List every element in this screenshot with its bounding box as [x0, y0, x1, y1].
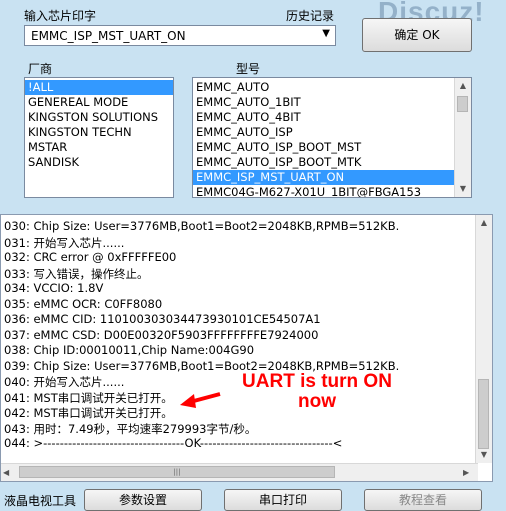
- log-line: 037: eMMC CSD: D00E00320F5903FFFFFFFFE79…: [4, 327, 319, 342]
- log-line: 034: VCCIO: 1.8V: [4, 281, 104, 295]
- red-arrow-icon: [180, 392, 221, 408]
- model-scroll-thumb[interactable]: [457, 96, 468, 112]
- scroll-up-icon[interactable]: ▲: [476, 215, 492, 231]
- log-line: 044: >----------------------------------…: [4, 436, 343, 450]
- model-listbox[interactable]: EMMC_AUTO EMMC_AUTO_1BIT EMMC_AUTO_4BIT EMM…: [192, 77, 472, 198]
- log-line: 041: MST串口调试开关已打开。: [4, 390, 173, 405]
- vendor-listbox[interactable]: !ALL GENEREAL MODE KINGSTON SOLUTIONS KINGS…: [24, 77, 174, 198]
- model-list-item[interactable]: EMMC04G-M627-X01U_1BIT@FBGA153: [193, 185, 454, 197]
- log-vertical-scrollbar[interactable]: ▲ ▼: [475, 215, 492, 463]
- annotation-line-2: now: [298, 391, 336, 412]
- tutorial-view-button[interactable]: 教程查看: [364, 489, 482, 511]
- vendor-list-item[interactable]: !ALL: [25, 80, 173, 95]
- model-scrollbar[interactable]: ▲ ▼: [454, 78, 471, 197]
- annotation-text: UART is turn ON now: [218, 372, 416, 412]
- log-line: 043: 用时：7.49秒，平均速率279993字节/秒。: [4, 421, 257, 436]
- model-list-item[interactable]: EMMC_AUTO_1BIT: [193, 95, 454, 110]
- model-list-item[interactable]: EMMC_AUTO_ISP_BOOT_MST: [193, 140, 454, 155]
- log-line: 031: 开始写入芯片......: [4, 235, 125, 250]
- vendor-label: 厂商: [28, 62, 53, 76]
- vendor-list-item[interactable]: KINGSTON SOLUTIONS: [25, 110, 173, 125]
- model-list-item[interactable]: EMMC_ISP_MST_UART_ON: [193, 170, 454, 185]
- serial-print-button[interactable]: 串口打印: [224, 489, 342, 511]
- vendor-list-item[interactable]: GENEREAL MODE: [25, 95, 173, 110]
- model-list-item[interactable]: EMMC_AUTO_4BIT: [193, 110, 454, 125]
- log-scroll-thumb[interactable]: [478, 379, 489, 449]
- model-list-item[interactable]: EMMC_AUTO: [193, 80, 454, 95]
- log-hscroll-thumb[interactable]: |||: [19, 466, 335, 478]
- model-label: 型号: [236, 62, 261, 76]
- log-line: 038: Chip ID:00010011,Chip Name:004G90: [4, 343, 255, 357]
- log-line: 033: 写入错误，操作终止。: [4, 266, 149, 281]
- scroll-down-icon[interactable]: ▼: [476, 447, 492, 463]
- log-line: 035: eMMC OCR: C0FF8080: [4, 296, 163, 311]
- dropdown-arrow-icon[interactable]: ▼: [322, 28, 330, 39]
- model-list-item[interactable]: EMMC_AUTO_ISP_BOOT_MTK: [193, 155, 454, 170]
- log-line: 036: eMMC CID: 110100303034473930101CE54…: [4, 312, 321, 326]
- scroll-left-icon[interactable]: ◀: [3, 464, 9, 481]
- parameter-settings-button[interactable]: 参数设置: [84, 489, 202, 511]
- annotation-line-1: UART is turn ON: [242, 371, 392, 392]
- log-line: 030: Chip Size: User=3776MB,Boot1=Boot2=…: [4, 219, 400, 233]
- vendor-list-item[interactable]: MSTAR: [25, 140, 173, 155]
- lcd-tv-tools-label: 液晶电视工具: [4, 494, 77, 508]
- chip-marking-value: EMMC_ISP_MST_UART_ON: [31, 29, 186, 43]
- chip-marking-combobox[interactable]: EMMC_ISP_MST_UART_ON ▼: [24, 25, 336, 46]
- model-list-item[interactable]: EMMC_AUTO_ISP: [193, 125, 454, 140]
- scroll-up-icon[interactable]: ▲: [455, 78, 471, 94]
- scroll-right-icon[interactable]: ▶: [463, 464, 469, 481]
- vendor-list-item[interactable]: KINGSTON TECHN: [25, 125, 173, 140]
- chip-marking-label: 输入芯片印字: [24, 9, 97, 23]
- vendor-list-item[interactable]: SANDISK: [25, 155, 173, 170]
- confirm-ok-button[interactable]: 确定 OK: [362, 18, 472, 52]
- history-label: 历史记录: [286, 9, 335, 23]
- log-line: 042: MST串口调试开关已打开。: [4, 406, 173, 420]
- log-line: 040: 开始写入芯片......: [4, 375, 125, 389]
- scroll-down-icon[interactable]: ▼: [455, 181, 471, 197]
- log-line: 032: CRC error @ 0xFFFFFE00: [4, 250, 177, 264]
- log-output[interactable]: 030: Chip Size: User=3776MB,Boot1=Boot2=…: [0, 214, 493, 482]
- log-horizontal-scrollbar[interactable]: ◀ ||| ▶: [1, 463, 478, 481]
